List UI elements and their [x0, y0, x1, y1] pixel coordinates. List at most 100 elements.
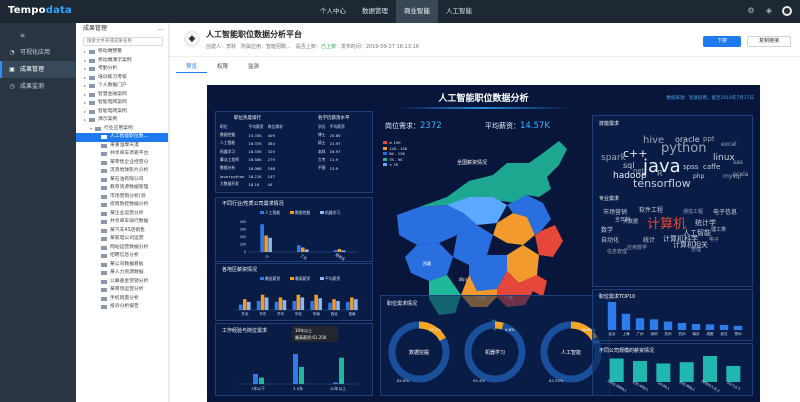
tree-item[interactable]: 某家电公司运营 — [76, 235, 168, 244]
tree-item[interactable]: ▸ 智能电网案例 — [76, 99, 168, 108]
tree-search-input[interactable] — [83, 37, 163, 46]
tree-item[interactable]: 投诉分析报告 — [76, 303, 168, 312]
skill-word: php — [693, 173, 705, 180]
bar — [633, 360, 647, 382]
x-tick-label: 南京 — [693, 331, 701, 336]
tree-item[interactable]: ▸ 个人数据门户 — [76, 82, 168, 91]
tree-item-label: 智能电网案例 — [98, 108, 127, 114]
nav-label: 成果管理 — [20, 66, 45, 73]
chart-file-icon — [101, 203, 107, 208]
tree-item[interactable]: 某人力资源数据 — [76, 269, 168, 278]
top-nav: 个人中心 数据管理 商业智能 人工智能 — [312, 0, 480, 23]
tree-item[interactable]: ▸ 移动端预警 — [76, 48, 168, 57]
tree-item[interactable]: 人工智能职位数... — [76, 133, 168, 142]
tree-item[interactable]: ▸ 智慧金融案例 — [76, 91, 168, 100]
tree-item-label: 某家电公司运营 — [110, 236, 144, 241]
tree-item[interactable]: 教育资源数据管理 — [76, 184, 168, 193]
tree-item[interactable]: 某商场运营分析 — [76, 286, 168, 295]
left-nav-item[interactable]: ≡ — [0, 27, 76, 44]
tree-item[interactable]: 某汽车4S店销售 — [76, 227, 168, 236]
tree-item[interactable]: 来重温摩天漫 — [76, 142, 168, 151]
tree-item[interactable]: 市场营销分析(测 — [76, 193, 168, 202]
chart-file-icon — [101, 254, 107, 259]
tree-item[interactable]: 疫情防控数据分析 — [76, 201, 168, 210]
result-logo-icon: ◆ — [184, 31, 200, 47]
tree-item-label: 某石油有限公司 — [110, 176, 144, 182]
x-tick-label: 苏州 — [665, 331, 673, 336]
logo[interactable]: Tempodata — [8, 5, 72, 16]
bar — [719, 324, 729, 330]
tree-item[interactable]: 某石油有限公司 — [76, 176, 168, 185]
tree-item[interactable]: 招聘信息分析 — [76, 252, 168, 261]
tab-1[interactable]: 权限 — [207, 61, 238, 73]
x-tick-label: 深圳 — [651, 331, 659, 336]
tree-item-label: 网站运营数据分析 — [110, 244, 149, 250]
tree-item-label: 培训练习考核 — [98, 74, 127, 80]
folder-icon — [89, 92, 95, 97]
tree-item-label: 某零售企业经营分 — [110, 159, 149, 165]
tree-item-label: 共享单车骑行数据 — [110, 219, 149, 224]
x-tick-label: 武汉 — [721, 331, 729, 336]
tree-item[interactable]: 流浪地球影片分析 — [76, 167, 168, 176]
status: 是否上架：已上架 — [296, 43, 336, 50]
chart-file-icon — [101, 186, 107, 191]
bar — [703, 356, 717, 382]
tree-item-label: 共享单车停靠平台 — [110, 151, 149, 156]
unpublish-button[interactable]: 下架 — [703, 36, 741, 47]
tab-2[interactable]: 监测 — [238, 61, 269, 73]
tab-0[interactable]: 预览 — [176, 61, 208, 73]
donut-label: 数据挖掘 — [409, 349, 429, 356]
tree-item[interactable]: ▸ 考勤分析 — [76, 65, 168, 74]
top-nav-item[interactable]: 商业智能 — [396, 0, 438, 23]
folder-icon — [89, 118, 95, 123]
tree-item[interactable]: ▸ 智能电网案例 — [76, 108, 168, 117]
publish-date: 发布时间：2019-09-27 16:13:16 — [340, 44, 419, 50]
left-nav-item[interactable]: ◷ 成果监测 — [0, 78, 76, 95]
tree-item[interactable]: 某公司数据看板 — [76, 261, 168, 270]
top-nav-item[interactable]: 数据管理 — [354, 0, 396, 23]
top-nav-item[interactable]: 人工智能 — [438, 0, 480, 23]
tree-item[interactable]: 共享单车骑行数据 — [76, 218, 168, 227]
top-nav-item[interactable]: 个人中心 — [312, 0, 354, 23]
pro-word: 电子信息 — [713, 209, 738, 216]
tree-item[interactable]: ▸ 移动端演示案例 — [76, 57, 168, 66]
main-panel: ◆ 人工智能职位数据分析平台 创建人：李默 所属应用：智能招聘... 是否上架：… — [170, 23, 800, 402]
skill-word: excel — [721, 141, 737, 148]
tree-item[interactable]: ▾ 行业应用案例 — [76, 125, 168, 134]
tree-item[interactable]: 手机销量分析 — [76, 295, 168, 304]
folder-icon — [89, 58, 95, 63]
gear-icon[interactable]: ⚙ — [746, 6, 756, 16]
pro-word: 计算机 — [647, 217, 687, 232]
folder-icon — [89, 109, 95, 114]
skill-word: hive — [643, 135, 665, 146]
logo-text-a: Tempo — [8, 5, 46, 16]
donut-pct: 95.4% — [473, 378, 485, 383]
tree-item[interactable]: ▸ 演示案例 — [76, 116, 168, 125]
demand-pie-panel: 职位需求情况 数据挖掘 17.2% 82.8% 机器学习 4.6% 95.4% 人工智能 16… — [380, 295, 610, 396]
copy-link-button[interactable]: 复制链接 — [747, 36, 791, 47]
donut-pct: 82.8% — [397, 378, 409, 383]
dashboard: 人工智能职位数据分析 数据来源：智联招聘，截至2019年7月17日 职位热度排行… — [207, 85, 760, 402]
chart-file-icon — [101, 160, 107, 165]
bar — [677, 323, 687, 330]
tree-item[interactable]: 某零售企业经营分 — [76, 159, 168, 168]
tree-item-label: 公募基金营销分析 — [110, 278, 149, 284]
bar — [607, 302, 617, 330]
skill-word: spss — [683, 163, 699, 171]
tree-title: 成果管理 — [83, 25, 108, 32]
tree-item[interactable]: 共享单车停靠平台 — [76, 150, 168, 159]
tree-item[interactable]: ▸ 培训练习考核 — [76, 74, 168, 83]
chart-file-icon — [101, 152, 107, 157]
tree-item[interactable]: 某企业运营分析 — [76, 210, 168, 219]
left-nav-item[interactable]: ▣ 成果管理 — [0, 61, 76, 78]
left-nav-item[interactable]: ◔ 可视化应用 — [0, 44, 76, 61]
tree-item[interactable]: 公募基金营销分析 — [76, 278, 168, 287]
chart-file-icon — [101, 288, 107, 293]
avatar[interactable]: ● — [782, 6, 792, 16]
pro-title: 专业需求 — [599, 196, 620, 202]
more-icon[interactable]: … — [158, 23, 164, 35]
shield-icon[interactable]: ◈ — [764, 6, 774, 16]
tree-item[interactable]: 网站运营数据分析 — [76, 244, 168, 253]
skills-panel: 技能需求 java python c++ spark hive hadoop linux te… — [592, 115, 753, 287]
pro-word: 统计学 — [695, 219, 716, 227]
